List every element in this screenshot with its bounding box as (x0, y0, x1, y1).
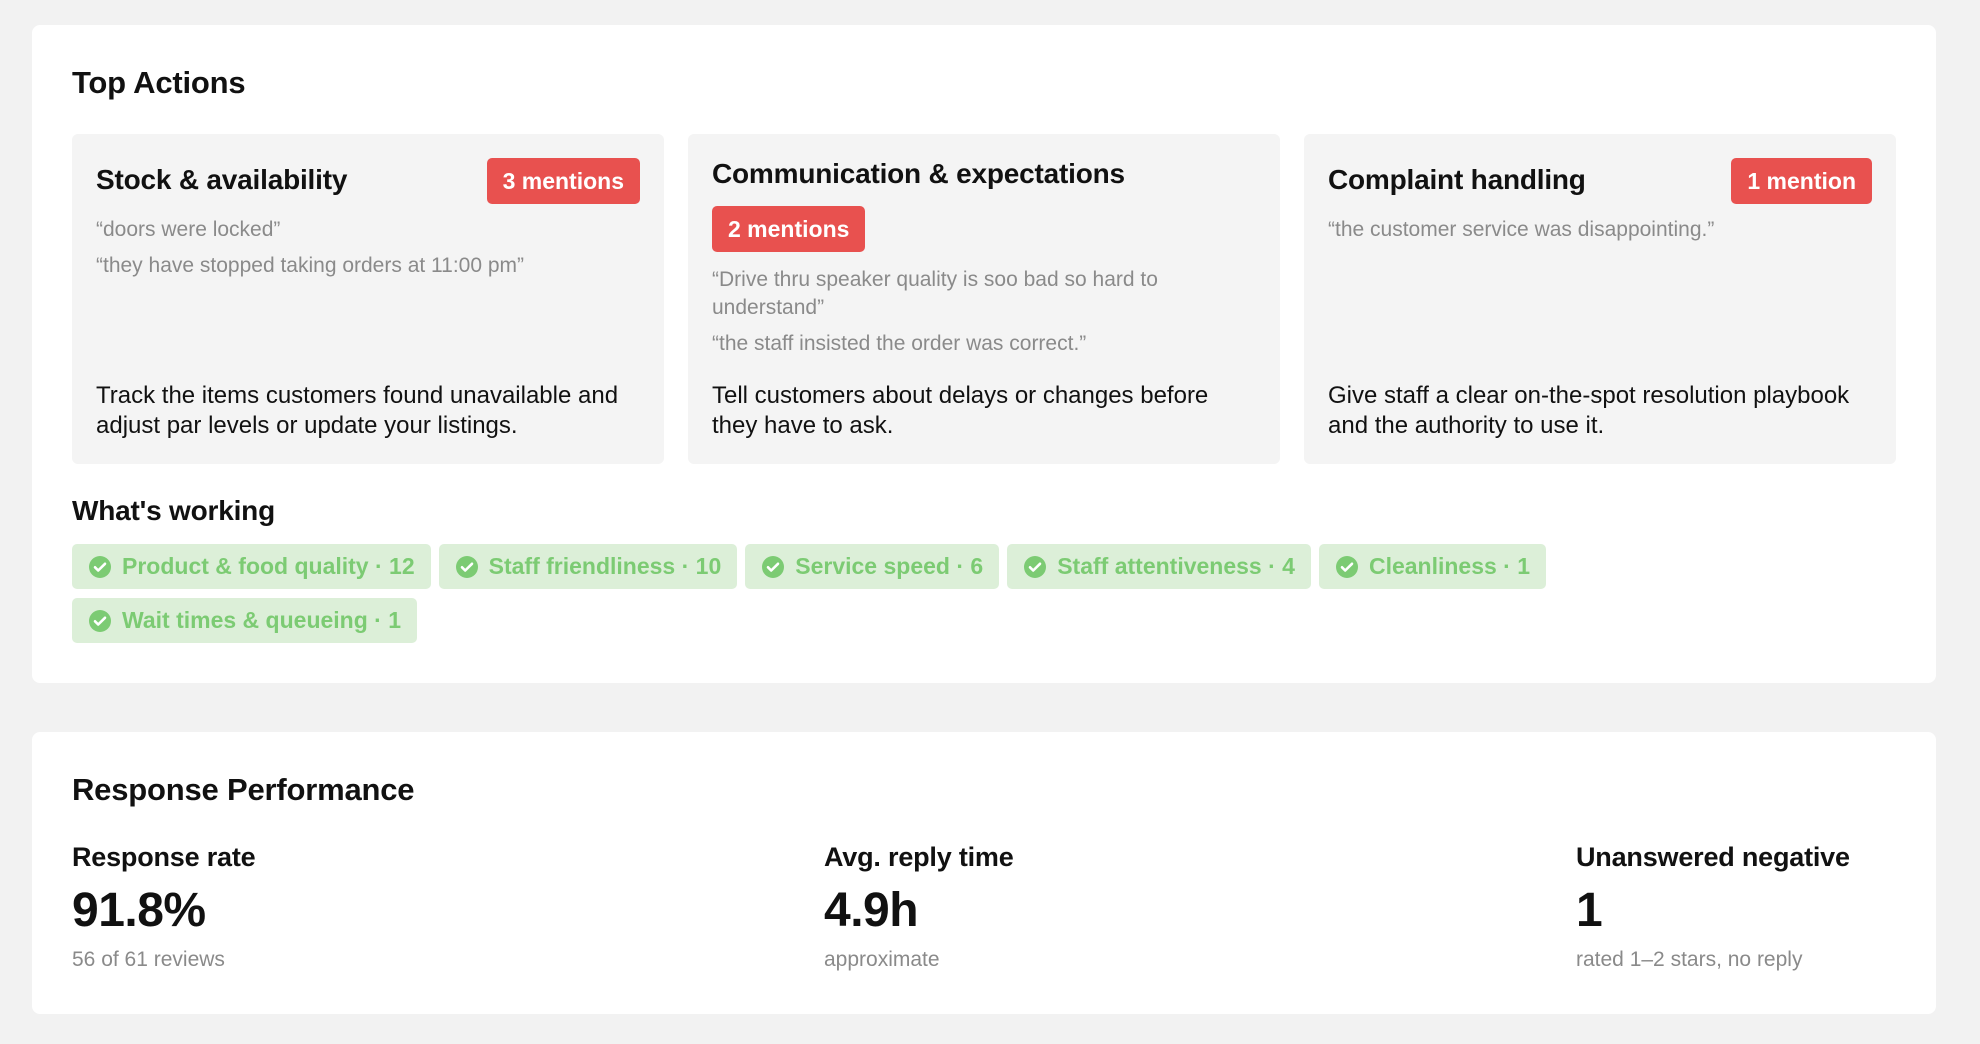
chip-label: Wait times & queueing · 1 (122, 607, 402, 633)
card-title: Complaint handling (1328, 164, 1586, 195)
card-recommendation: Give staff a clear on-the-spot resolutio… (1328, 382, 1850, 439)
metrics-row: Response rate 91.8% 56 of 61 reviews Avg… (72, 842, 1896, 982)
quote: “Drive thru speaker quality is soo bad s… (712, 268, 1158, 319)
chip-label: Cleanliness · 1 (1368, 553, 1531, 579)
quote: “doors were locked” (96, 218, 281, 241)
metric-label: Avg. reply time (824, 842, 1014, 872)
check-circle-icon (1335, 555, 1358, 578)
check-circle-icon (762, 555, 785, 578)
action-card-communication[interactable]: Communication & expectations 2 mentions … (688, 134, 1280, 464)
card-title: Stock & availability (96, 164, 348, 195)
card-title: Communication & expectations (712, 158, 1125, 189)
quote-list: “the customer service was disappointing.… (1328, 216, 1872, 244)
mentions-badge: 3 mentions (486, 158, 640, 204)
check-circle-icon (89, 555, 111, 578)
mentions-badge: 2 mentions (712, 206, 866, 252)
card-header: Complaint handling 1 mention (1328, 158, 1872, 204)
chip-label: Staff friendliness · 10 (488, 553, 722, 579)
action-card-complaints[interactable]: Complaint handling 1 mention “the custom… (1304, 134, 1896, 464)
top-actions-panel: Top Actions Stock & availability 3 menti… (32, 25, 1936, 683)
card-recommendation: Track the items customers found unavaila… (96, 382, 619, 439)
chip-staff-friendliness[interactable]: Staff friendliness · 10 (438, 544, 738, 589)
metric-avg-reply-time: Avg. reply time 4.9h approximate (824, 842, 1014, 972)
chip-label: Staff attentiveness · 4 (1057, 553, 1295, 579)
whats-working-chips: Product & food quality · 12 Staff friend… (72, 544, 1896, 643)
check-circle-icon (89, 609, 111, 632)
chip-staff-attentiveness[interactable]: Staff attentiveness · 4 (1007, 544, 1311, 589)
top-actions-title: Top Actions (72, 65, 246, 100)
card-header: Communication & expectations 2 mentions (712, 158, 1256, 252)
metric-value: 91.8% (72, 884, 206, 937)
whats-working-title: What's working (72, 495, 275, 526)
chip-label: Service speed · 6 (795, 553, 984, 579)
quote: “the staff insisted the order was correc… (712, 332, 1087, 355)
quote-list: “doors were locked” “they have stopped t… (96, 216, 640, 280)
action-cards: Stock & availability 3 mentions “doors w… (72, 134, 1896, 464)
metric-value: 4.9h (824, 884, 919, 937)
card-header: Stock & availability 3 mentions (96, 158, 640, 204)
metric-subtext: rated 1–2 stars, no reply (1576, 948, 1803, 971)
metric-unanswered-negative: Unanswered negative 1 rated 1–2 stars, n… (1576, 842, 1850, 972)
quote-list: “Drive thru speaker quality is soo bad s… (712, 266, 1256, 358)
metric-subtext: 56 of 61 reviews (72, 948, 225, 971)
chip-product-food-quality[interactable]: Product & food quality · 12 (72, 544, 431, 589)
response-performance-panel: Response Performance Response rate 91.8%… (32, 732, 1936, 1014)
card-recommendation: Tell customers about delays or changes b… (712, 382, 1209, 439)
response-performance-title: Response Performance (72, 772, 415, 807)
chip-service-speed[interactable]: Service speed · 6 (745, 544, 1000, 589)
quote: “the customer service was disappointing.… (1328, 218, 1715, 241)
action-card-stock[interactable]: Stock & availability 3 mentions “doors w… (72, 134, 664, 464)
metric-response-rate: Response rate 91.8% 56 of 61 reviews (72, 842, 256, 972)
quote: “they have stopped taking orders at 11:0… (96, 254, 525, 277)
chip-cleanliness[interactable]: Cleanliness · 1 (1318, 544, 1547, 589)
metric-label: Unanswered negative (1576, 842, 1850, 872)
check-circle-icon (455, 555, 478, 578)
metric-subtext: approximate (824, 948, 940, 971)
chip-wait-times[interactable]: Wait times & queueing · 1 (72, 598, 418, 643)
check-circle-icon (1024, 555, 1047, 578)
metric-label: Response rate (72, 842, 256, 872)
mentions-badge: 1 mention (1731, 158, 1872, 204)
chip-label: Product & food quality · 12 (122, 553, 415, 579)
metric-value: 1 (1576, 884, 1603, 937)
